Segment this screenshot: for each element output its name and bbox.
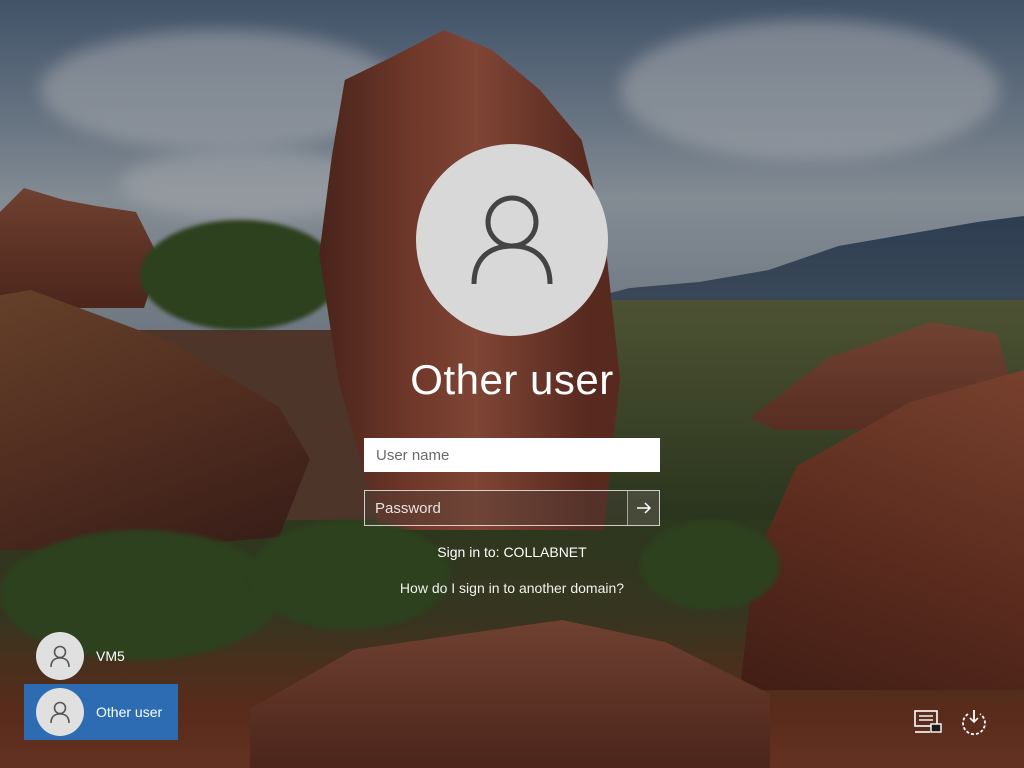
password-input[interactable] <box>365 491 627 525</box>
network-icon <box>914 710 942 733</box>
user-icon <box>471 195 553 285</box>
power-button[interactable] <box>956 704 992 740</box>
user-list-item-other-user[interactable]: Other user <box>24 684 178 740</box>
user-avatar-large <box>416 144 608 336</box>
password-field-container <box>364 490 660 526</box>
domain-help-link[interactable]: How do I sign in to another domain? <box>0 580 1024 596</box>
network-button[interactable] <box>910 704 946 740</box>
user-icon <box>50 645 70 668</box>
arrow-right-icon <box>636 502 651 514</box>
user-name: VM5 <box>96 648 125 664</box>
power-icon <box>962 710 986 736</box>
submit-button[interactable] <box>627 491 659 525</box>
avatar <box>36 632 84 680</box>
sign-in-domain-text: Sign in to: COLLABNET <box>437 544 587 560</box>
user-icon <box>50 701 70 724</box>
avatar <box>36 688 84 736</box>
username-input[interactable] <box>364 438 660 472</box>
user-list-item-vm5[interactable]: VM5 <box>24 628 178 684</box>
user-name: Other user <box>96 704 163 720</box>
page-title: Other user <box>410 356 614 403</box>
